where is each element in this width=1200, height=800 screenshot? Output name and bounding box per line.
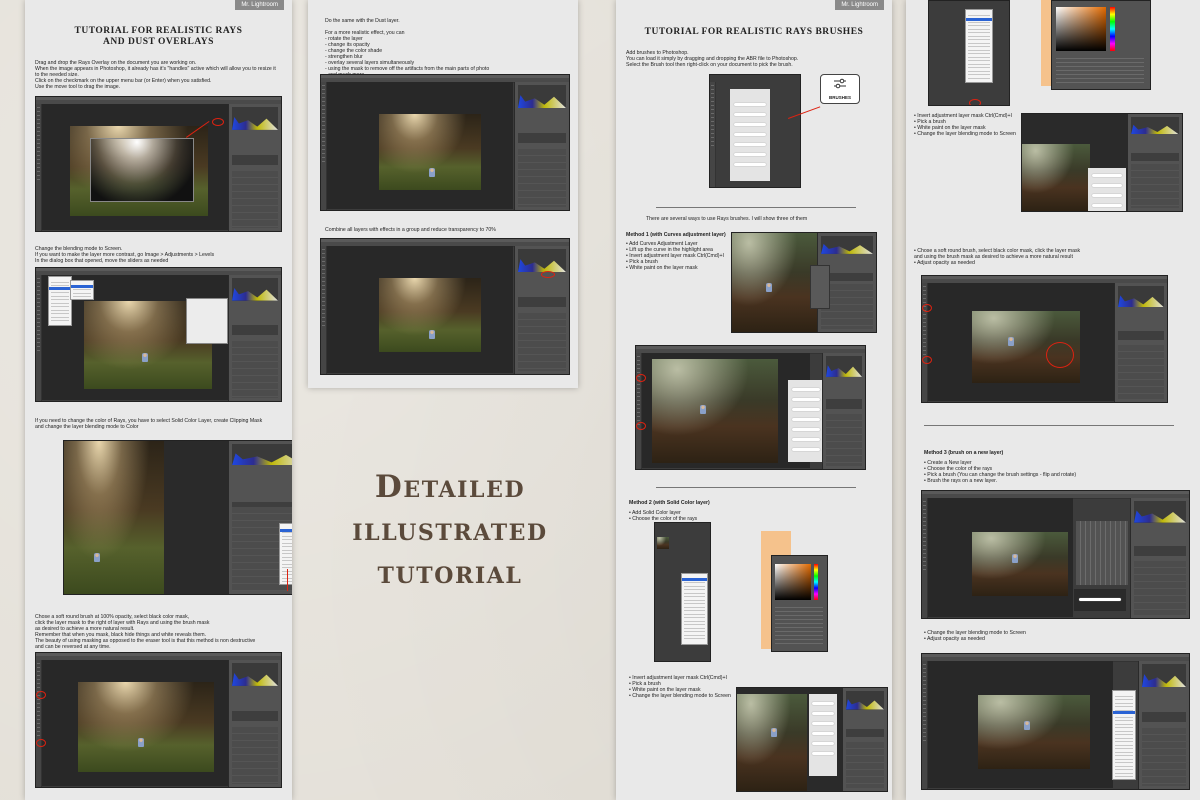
screenshot-group — [320, 238, 570, 375]
screenshot-paint-mask — [635, 345, 866, 470]
brand-label: Mr. Lightroom — [835, 0, 884, 10]
screenshot-solid-color-menu — [654, 522, 711, 662]
screenshot-curves — [731, 232, 877, 333]
center-title-line-3: tutorial — [377, 555, 523, 591]
screenshot-brush-rays — [1021, 113, 1183, 212]
method3-steps: • Create a New layer • Choose the color … — [924, 460, 1077, 484]
screenshot-color-picker — [1051, 0, 1151, 90]
center-title: Detailed illustrated tutorial — [300, 466, 600, 595]
screenshot-place-overlay — [35, 96, 282, 232]
screenshot-levels — [35, 267, 282, 402]
center-title-line-2: illustrated — [352, 512, 548, 548]
screenshot-mask-natural — [921, 275, 1168, 403]
method1-steps: • Add Curves Adjustment Layer • Lift up … — [626, 241, 724, 271]
tutorial-page-3: Mr. Lightroom TUTORIAL FOR REALISTIC RAY… — [616, 0, 892, 800]
center-title-line-1: Detailed — [374, 469, 526, 505]
screenshot-final — [921, 653, 1190, 790]
screenshot-solid-color — [63, 440, 292, 595]
tutorial-page-2: Do the same with the Dust layer. For a m… — [308, 0, 578, 388]
step-text-1: Drag and drop the Rays Overlay on the do… — [35, 60, 276, 90]
step-text-3: If you need to change the color of Rays,… — [35, 418, 263, 430]
page-title-line-1: TUTORIAL FOR REALISTIC RAYS — [74, 26, 243, 36]
step-dust-text: Do the same with the Dust layer. — [325, 18, 400, 24]
screenshot-layer-menu — [928, 0, 1010, 106]
screenshot-screen-mode — [736, 687, 888, 792]
ways-text: There are several ways to use Rays brush… — [646, 216, 808, 222]
brush-grid — [1076, 521, 1128, 585]
screenshot-dust — [320, 74, 570, 211]
step-blend-screen: • Change the layer blending mode to Scre… — [924, 630, 1026, 642]
method2-title: Method 2 (with Solid Color layer) — [629, 500, 710, 506]
tutorial-page-1: Mr. Lightroom TUTORIAL FOR REALISTIC RAY… — [25, 0, 292, 800]
intro-text: Add brushes to Photoshop. You can load i… — [626, 50, 799, 68]
step-group-text: Combine all layers with effects in a gro… — [325, 227, 496, 233]
brushes-icon: BRUSHES — [820, 74, 860, 104]
brand-label: Mr. Lightroom — [235, 0, 284, 10]
screenshot-color-picker — [771, 555, 828, 652]
page-title-line-2: AND DUST OVERLAYS — [103, 37, 214, 47]
step-text-2: Change the blending mode to Screen. If y… — [35, 246, 215, 264]
brushes-badge-label: BRUSHES — [828, 95, 851, 100]
method2-steps: • Add Solid Color layer • Choose the col… — [629, 510, 698, 522]
screenshot-brush-presets — [709, 74, 801, 188]
method3-title: Method 3 (brush on a new layer) — [924, 450, 1004, 456]
page-title: TUTORIAL FOR REALISTIC RAYS BRUSHES — [644, 27, 864, 37]
step-soft-brush: • Chose a soft round brush, select black… — [914, 248, 1081, 266]
step-text-4: Chose a soft round brush at 100% opacity… — [35, 614, 256, 650]
screenshot-masking — [35, 652, 282, 788]
screenshot-new-layer — [921, 490, 1190, 619]
tutorial-page-4: • Invert adjustment layer mask Ctrl(Cmd)… — [906, 0, 1200, 800]
step-dust-options: For a more realistic effect, you can - r… — [325, 30, 490, 78]
